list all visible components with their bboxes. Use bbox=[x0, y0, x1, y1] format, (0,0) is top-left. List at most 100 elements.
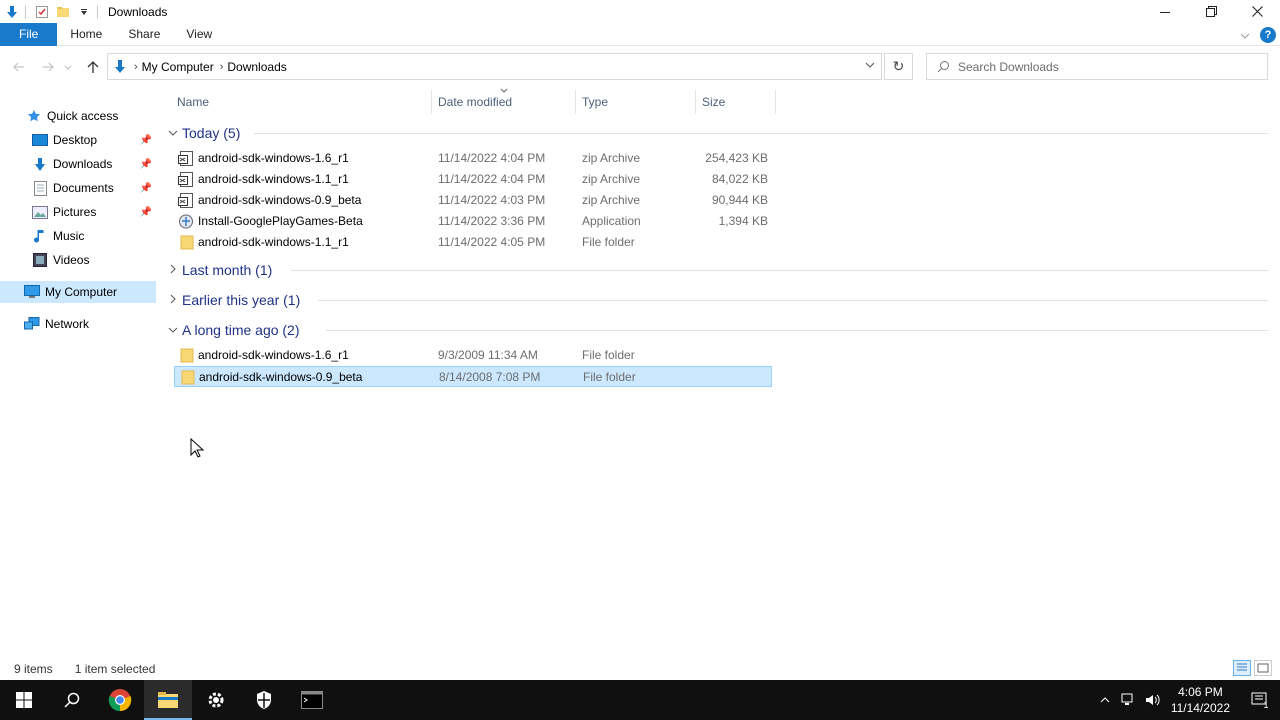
file-row[interactable]: android-sdk-windows-1.1_r1 11/14/2022 4:… bbox=[174, 169, 772, 190]
column-header-name[interactable]: Name bbox=[171, 90, 432, 114]
show-hidden-icons-icon[interactable] bbox=[1093, 697, 1117, 703]
group-header-earlier-this-year[interactable]: Earlier this year (1) bbox=[166, 290, 1268, 310]
customize-toolbar-icon[interactable] bbox=[75, 3, 93, 21]
window-title: Downloads bbox=[108, 4, 168, 19]
search-box[interactable] bbox=[926, 53, 1268, 80]
nav-item-label: Music bbox=[53, 229, 85, 243]
folder-icon bbox=[178, 235, 194, 250]
file-explorer-icon[interactable] bbox=[144, 680, 192, 720]
videos-icon bbox=[32, 252, 48, 268]
group-divider bbox=[291, 270, 1268, 271]
window-controls bbox=[1142, 0, 1280, 23]
nav-item-documents[interactable]: Documents 📌 bbox=[0, 177, 156, 199]
file-row-selected[interactable]: android-sdk-windows-0.9_beta 8/14/2008 7… bbox=[174, 366, 772, 387]
file-row[interactable]: android-sdk-windows-1.1_r1 11/14/2022 4:… bbox=[174, 232, 772, 253]
file-date: 11/14/2022 3:36 PM bbox=[438, 214, 546, 228]
properties-icon[interactable] bbox=[33, 3, 51, 21]
search-input[interactable] bbox=[958, 59, 1258, 74]
file-name: android-sdk-windows-1.6_r1 bbox=[198, 151, 349, 165]
tab-home[interactable]: Home bbox=[57, 23, 115, 46]
ribbon-tabs: File Home Share View ? bbox=[0, 22, 1280, 46]
tab-view[interactable]: View bbox=[173, 23, 225, 46]
downloads-location-icon bbox=[112, 59, 128, 75]
refresh-button[interactable]: ↻ bbox=[884, 53, 913, 80]
terminal-icon[interactable] bbox=[288, 680, 336, 720]
column-header-size[interactable]: Size bbox=[696, 90, 776, 114]
nav-item-quick-access[interactable]: Quick access bbox=[0, 105, 156, 127]
close-button[interactable] bbox=[1234, 0, 1280, 23]
up-button[interactable] bbox=[83, 58, 103, 76]
minimize-button[interactable] bbox=[1142, 0, 1188, 23]
nav-item-videos[interactable]: Videos bbox=[0, 249, 156, 271]
column-header-type[interactable]: Type bbox=[576, 90, 696, 114]
file-row[interactable]: Install-GooglePlayGames-Beta 11/14/2022 … bbox=[174, 211, 772, 232]
nav-item-label: Downloads bbox=[53, 157, 113, 171]
settings-icon[interactable] bbox=[192, 680, 240, 720]
file-type: File folder bbox=[582, 235, 635, 249]
file-name: android-sdk-windows-1.1_r1 bbox=[198, 172, 349, 186]
group-divider bbox=[254, 133, 1268, 134]
search-taskbar-button[interactable] bbox=[48, 680, 96, 720]
nav-item-music[interactable]: Music bbox=[0, 225, 156, 247]
recent-locations-button[interactable] bbox=[62, 58, 74, 76]
file-row[interactable]: android-sdk-windows-1.6_r1 11/14/2022 4:… bbox=[174, 148, 772, 169]
network-status-icon[interactable] bbox=[1117, 693, 1141, 707]
pin-icon: 📌 bbox=[139, 134, 152, 146]
network-icon bbox=[24, 316, 40, 332]
nav-item-pictures[interactable]: Pictures 📌 bbox=[0, 201, 156, 223]
group-header-last-month[interactable]: Last month (1) bbox=[166, 260, 1268, 280]
group-header-a-long-time-ago[interactable]: A long time ago (2) bbox=[166, 320, 1268, 340]
breadcrumb-my-computer[interactable]: My Computer bbox=[142, 60, 214, 74]
file-date: 9/3/2009 11:34 AM bbox=[438, 348, 538, 362]
documents-icon bbox=[32, 180, 48, 196]
group-title: Last month (1) bbox=[182, 262, 273, 278]
file-row[interactable]: android-sdk-windows-1.6_r1 9/3/2009 11:3… bbox=[174, 345, 772, 366]
group-divider bbox=[326, 330, 1268, 331]
back-button[interactable] bbox=[9, 58, 29, 76]
large-icons-view-button[interactable] bbox=[1254, 660, 1272, 676]
address-dropdown-icon[interactable] bbox=[865, 60, 875, 71]
nav-item-label: Quick access bbox=[47, 109, 119, 123]
nav-item-network[interactable]: Network bbox=[0, 313, 156, 335]
selection-count: 1 item selected bbox=[74, 662, 156, 676]
file-size: 254,423 KB bbox=[705, 151, 768, 165]
pictures-icon bbox=[32, 204, 48, 220]
details-view-button[interactable] bbox=[1233, 660, 1251, 676]
start-button[interactable] bbox=[0, 680, 48, 720]
column-header-date-modified[interactable]: Date modified bbox=[432, 90, 576, 114]
breadcrumb-downloads[interactable]: Downloads bbox=[227, 60, 286, 74]
music-icon bbox=[32, 228, 48, 244]
help-icon[interactable]: ? bbox=[1260, 26, 1276, 43]
status-bar: 9 items 1 item selected bbox=[0, 658, 1280, 680]
nav-item-desktop[interactable]: Desktop 📌 bbox=[0, 129, 156, 151]
file-name: android-sdk-windows-0.9_beta bbox=[198, 193, 362, 207]
file-name: android-sdk-windows-1.6_r1 bbox=[198, 348, 349, 362]
address-bar[interactable]: › My Computer › Downloads bbox=[107, 53, 882, 80]
file-date: 11/14/2022 4:04 PM bbox=[438, 151, 546, 165]
breadcrumb-chevron-icon[interactable]: › bbox=[220, 61, 224, 73]
clock[interactable]: 4:06 PM 11/14/2022 bbox=[1171, 684, 1230, 716]
chevron-right-icon bbox=[166, 264, 180, 277]
pin-icon: 📌 bbox=[139, 158, 152, 170]
computer-icon bbox=[24, 284, 40, 300]
download-arrow-icon[interactable] bbox=[3, 3, 21, 21]
volume-icon[interactable] bbox=[1141, 693, 1165, 707]
tab-share[interactable]: Share bbox=[115, 23, 173, 46]
forward-button[interactable] bbox=[38, 58, 58, 76]
group-header-today[interactable]: Today (5) bbox=[166, 123, 1268, 143]
nav-item-downloads[interactable]: Downloads 📌 bbox=[0, 153, 156, 175]
new-folder-icon[interactable] bbox=[54, 3, 72, 21]
restore-button[interactable] bbox=[1188, 0, 1234, 23]
chevron-down-icon bbox=[166, 128, 180, 139]
tab-file[interactable]: File bbox=[0, 22, 58, 46]
expand-ribbon-icon[interactable] bbox=[1240, 28, 1250, 42]
breadcrumb-chevron-icon[interactable]: › bbox=[134, 61, 138, 73]
nav-item-my-computer[interactable]: My Computer bbox=[0, 281, 156, 303]
file-size: 1,394 KB bbox=[718, 214, 768, 228]
group-title: A long time ago (2) bbox=[182, 322, 300, 338]
chrome-icon[interactable] bbox=[96, 680, 144, 720]
toolbar-divider bbox=[25, 4, 26, 19]
action-center-icon[interactable]: 1 bbox=[1240, 680, 1280, 720]
file-row[interactable]: android-sdk-windows-0.9_beta 11/14/2022 … bbox=[174, 190, 772, 211]
windows-security-icon[interactable] bbox=[240, 680, 288, 720]
